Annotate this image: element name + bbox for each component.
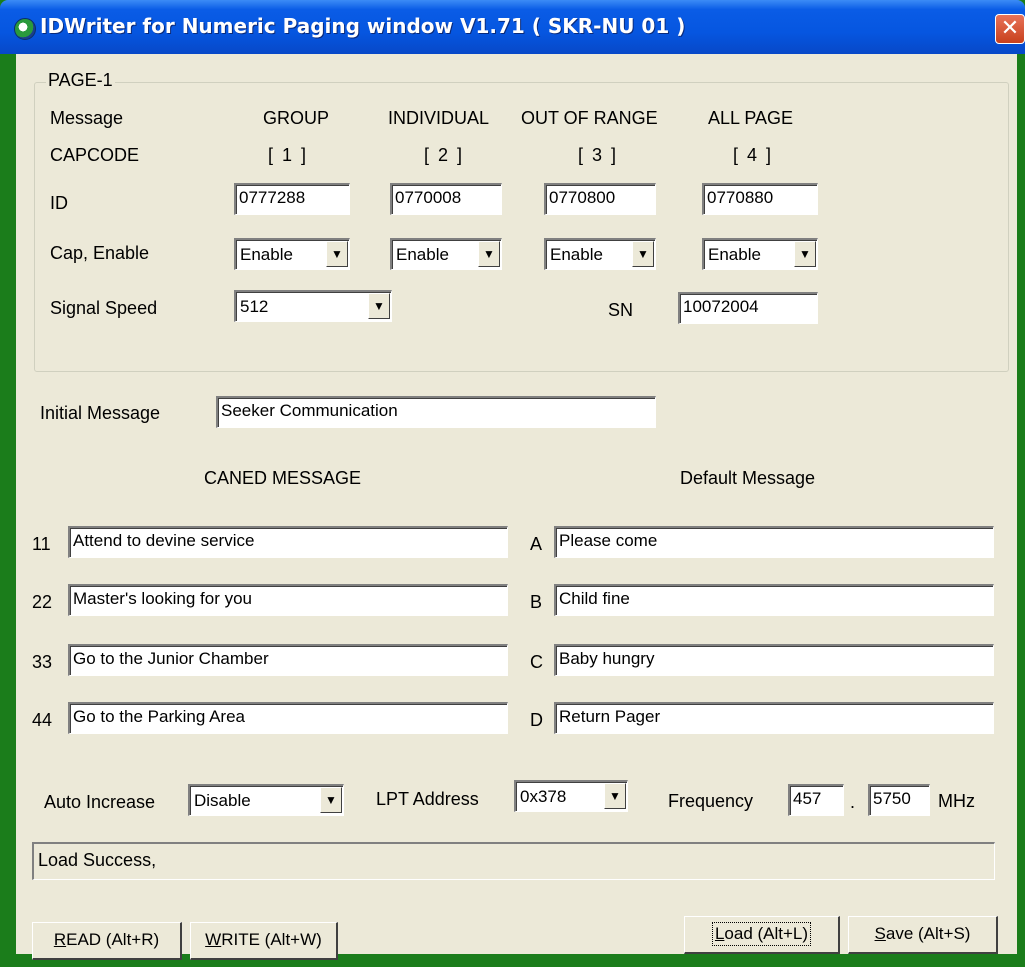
frequency-separator: .	[850, 792, 856, 812]
col-message-out-of-range: OUT OF RANGE	[521, 108, 658, 128]
default-field-c[interactable]: Baby hungry	[554, 644, 994, 676]
mhz-label: MHz	[938, 791, 975, 811]
caned-field-33[interactable]: Go to the Junior Chamber	[68, 644, 508, 676]
dropdown-arrow-icon[interactable]: ▼	[478, 241, 500, 267]
sn-label: SN	[608, 300, 634, 320]
id-field-group[interactable]: 0777288	[234, 183, 350, 215]
caned-code-44: 44	[32, 710, 53, 730]
dropdown-arrow-icon[interactable]: ▼	[632, 241, 654, 267]
cap-enable-value-individual: Enable	[396, 245, 449, 264]
read-accel: R	[53, 930, 67, 949]
cap-enable-label: Cap, Enable	[50, 243, 150, 263]
cap-enable-value-all-page: Enable	[708, 245, 761, 264]
load-accel: L	[714, 924, 725, 943]
save-label: ave (Alt+S)	[885, 924, 971, 943]
default-code-d: D	[530, 710, 543, 730]
lpt-address-select[interactable]: 0x378 ▼	[514, 780, 628, 812]
initial-message-label: Initial Message	[40, 403, 161, 423]
signal-speed-select[interactable]: 512 ▼	[234, 290, 392, 322]
message-label: Message	[50, 108, 124, 128]
caned-message-header: CANED MESSAGE	[204, 468, 362, 488]
signal-speed-label: Signal Speed	[50, 298, 158, 318]
lpt-address-value: 0x378	[520, 787, 567, 806]
cap-enable-select-all-page[interactable]: Enable ▼	[702, 238, 818, 270]
read-button[interactable]: READ (Alt+R)	[32, 922, 182, 960]
dropdown-arrow-icon[interactable]: ▼	[326, 241, 348, 267]
title-bar[interactable]: IDWriter for Numeric Paging window V1.71…	[0, 0, 1025, 54]
sn-field[interactable]: 10072004	[678, 292, 818, 324]
dropdown-arrow-icon[interactable]: ▼	[794, 241, 816, 267]
lpt-address-label: LPT Address	[376, 789, 479, 809]
default-field-a[interactable]: Please come	[554, 526, 994, 558]
caned-field-11[interactable]: Attend to devine service	[68, 526, 508, 558]
auto-increase-value: Disable	[194, 791, 251, 810]
capcode-label: CAPCODE	[50, 145, 140, 165]
page1-legend: PAGE-1	[46, 70, 115, 91]
default-message-header: Default Message	[680, 468, 816, 488]
id-field-individual[interactable]: 0770008	[390, 183, 502, 215]
save-accel: S	[874, 924, 886, 943]
auto-increase-select[interactable]: Disable ▼	[188, 784, 344, 816]
close-icon: ✕	[1000, 15, 1020, 40]
frequency-major-field[interactable]: 457	[788, 784, 844, 816]
caned-code-22: 22	[32, 592, 53, 612]
signal-speed-value: 512	[240, 297, 269, 316]
id-field-out-of-range[interactable]: 0770800	[544, 183, 656, 215]
save-button[interactable]: Save (Alt+S)	[848, 916, 998, 954]
cap-enable-select-group[interactable]: Enable ▼	[234, 238, 350, 270]
auto-increase-label: Auto Increase	[44, 792, 156, 812]
cap-enable-select-individual[interactable]: Enable ▼	[390, 238, 502, 270]
default-field-b[interactable]: Child fine	[554, 584, 994, 616]
capcode-3: [ 3 ]	[578, 145, 617, 165]
default-code-c: C	[530, 652, 543, 672]
status-bar: Load Success,	[32, 842, 995, 880]
app-globe-icon[interactable]	[14, 18, 36, 40]
cap-enable-select-out-of-range[interactable]: Enable ▼	[544, 238, 656, 270]
capcode-1: [ 1 ]	[268, 145, 307, 165]
default-field-d[interactable]: Return Pager	[554, 702, 994, 734]
col-message-group: GROUP	[263, 108, 330, 128]
cap-enable-value-group: Enable	[240, 245, 293, 264]
dropdown-arrow-icon[interactable]: ▼	[604, 783, 626, 809]
dropdown-arrow-icon[interactable]: ▼	[368, 293, 390, 319]
caned-code-33: 33	[32, 652, 53, 672]
write-accel: W	[205, 930, 222, 949]
default-code-b: B	[530, 592, 543, 612]
caned-field-44[interactable]: Go to the Parking Area	[68, 702, 508, 734]
write-label: RITE (Alt+W)	[221, 930, 322, 949]
col-message-all-page: ALL PAGE	[708, 108, 794, 128]
status-text: Load Success,	[38, 850, 157, 870]
capcode-2: [ 2 ]	[424, 145, 463, 165]
col-message-individual: INDIVIDUAL	[388, 108, 490, 128]
initial-message-field[interactable]: Seeker Communication	[216, 396, 656, 428]
caned-code-11: 11	[32, 534, 51, 554]
cap-enable-value-out-of-range: Enable	[550, 245, 603, 264]
window-title: IDWriter for Numeric Paging window V1.71…	[40, 14, 686, 38]
frequency-label: Frequency	[668, 791, 754, 811]
close-button[interactable]: ✕	[995, 14, 1025, 44]
caned-field-22[interactable]: Master's looking for you	[68, 584, 508, 616]
frequency-minor-field[interactable]: 5750	[868, 784, 930, 816]
load-focus-rect: Load (Alt+L)	[711, 922, 812, 946]
load-label: oad (Alt+L)	[724, 924, 809, 943]
default-code-a: A	[530, 534, 543, 554]
capcode-4: [ 4 ]	[733, 145, 772, 165]
dropdown-arrow-icon[interactable]: ▼	[320, 787, 342, 813]
write-button[interactable]: WRITE (Alt+W)	[190, 922, 338, 960]
load-button[interactable]: Load (Alt+L)	[684, 916, 840, 954]
id-field-all-page[interactable]: 0770880	[702, 183, 818, 215]
read-label: EAD (Alt+R)	[66, 930, 160, 949]
id-label: ID	[50, 193, 68, 213]
